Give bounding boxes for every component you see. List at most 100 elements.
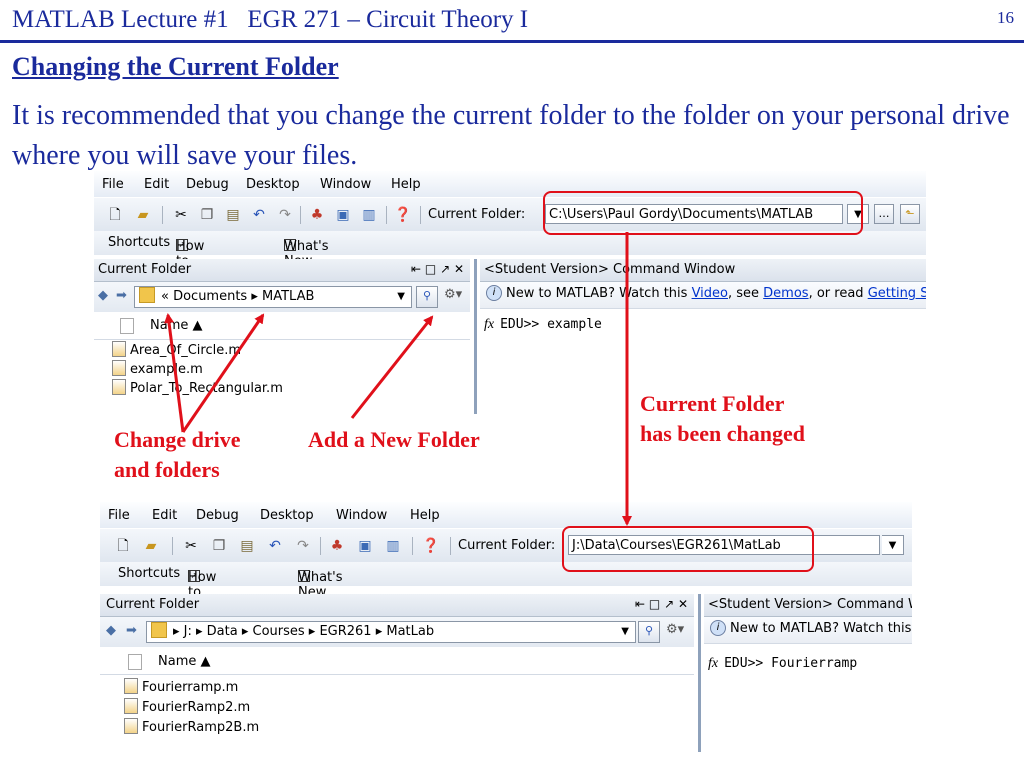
panel-divider[interactable] <box>698 594 701 752</box>
command-window-title-bar: <Student Version> Command Window <box>480 259 926 282</box>
menu-window[interactable]: Window <box>336 508 387 523</box>
current-folder-label: Current Folder: <box>458 538 556 553</box>
file-row[interactable]: example.m <box>112 360 203 380</box>
shortcuts-label: Shortcuts <box>118 566 181 581</box>
name-column-header[interactable]: Name ▲ <box>94 313 470 340</box>
fx-icon[interactable]: fx <box>708 656 718 671</box>
paste-icon[interactable]: ▤ <box>238 537 256 555</box>
current-folder-highlight-bottom <box>562 526 814 572</box>
help-icon[interactable]: ❓ <box>422 537 440 555</box>
toolbar-separator <box>172 537 173 555</box>
menu-file[interactable]: File <box>108 508 130 523</box>
info-icon: i <box>710 620 726 636</box>
back-arrow-icon[interactable]: ◆ <box>98 288 108 303</box>
folder-breadcrumb[interactable]: « Documents ▸ MATLAB ▼ <box>134 286 412 308</box>
profiler-icon[interactable]: ▥ <box>384 537 402 555</box>
menu-window[interactable]: Window <box>320 177 371 192</box>
menu-debug[interactable]: Debug <box>186 177 229 192</box>
copy-icon[interactable]: ❐ <box>210 537 228 555</box>
toolbar-separator <box>162 206 163 224</box>
file-checkbox-icon <box>120 318 134 334</box>
panel-title-bar: Current Folder ⇤ □ ↗ ✕ <box>100 594 694 617</box>
file-row[interactable]: FourierRamp2.m <box>124 698 250 718</box>
paste-icon[interactable]: ▤ <box>224 206 242 224</box>
page-number: 16 <box>997 8 1014 27</box>
search-icon[interactable]: ⚲ <box>416 286 438 308</box>
current-folder-panel: Current Folder ⇤ □ ↗ ✕ ◆ ➡ ▸ J: ▸ Data ▸… <box>100 594 694 752</box>
video-link[interactable]: Video <box>692 286 728 301</box>
getting-started-link[interactable]: Getting Started <box>868 286 926 301</box>
annotation-add-folder: Add a New Folder <box>308 427 480 452</box>
back-arrow-icon[interactable]: ◆ <box>106 623 116 638</box>
menu-desktop[interactable]: Desktop <box>246 177 300 192</box>
command-window-title: <Student Version> Command Window <box>708 597 912 612</box>
help-icon[interactable]: ❓ <box>394 206 412 224</box>
folder-icon <box>139 287 155 303</box>
cut-icon[interactable]: ✂ <box>182 537 200 555</box>
profiler-icon[interactable]: ▥ <box>360 206 378 224</box>
up-folder-icon[interactable]: ⬑ <box>900 204 920 224</box>
name-column-header[interactable]: Name ▲ <box>100 648 694 675</box>
m-file-icon <box>112 360 126 376</box>
new-file-icon[interactable]: 🗋 <box>106 206 124 224</box>
undo-icon[interactable]: ↶ <box>266 537 284 555</box>
gear-icon[interactable]: ⚙▾ <box>666 622 684 637</box>
simulink-icon[interactable]: ♣ <box>328 537 346 555</box>
panel-window-controls[interactable]: ⇤ □ ↗ ✕ <box>411 262 464 276</box>
command-prompt[interactable]: fx EDU>> example <box>484 317 602 333</box>
command-window-title: <Student Version> Command Window <box>484 262 736 277</box>
menu-help[interactable]: Help <box>410 508 440 523</box>
toolbar-separator <box>420 206 421 224</box>
menu-edit[interactable]: Edit <box>152 508 177 523</box>
slide-subtitle: Changing the Current Folder <box>12 52 339 81</box>
folder-breadcrumb[interactable]: ▸ J: ▸ Data ▸ Courses ▸ EGR261 ▸ MatLab … <box>146 621 636 643</box>
file-row[interactable]: Area_Of_Circle.m <box>112 341 241 361</box>
chevron-down-icon[interactable]: ▼ <box>621 622 629 642</box>
file-row[interactable]: Fourierramp.m <box>124 678 238 698</box>
chevron-down-icon[interactable]: ▼ <box>882 535 904 555</box>
address-row: ◆ ➡ ▸ J: ▸ Data ▸ Courses ▸ EGR261 ▸ Mat… <box>100 617 694 647</box>
folder-icon <box>151 622 167 638</box>
menu-help[interactable]: Help <box>391 177 421 192</box>
forward-arrow-icon[interactable]: ➡ <box>126 623 137 638</box>
demos-link[interactable]: Demos <box>763 286 808 301</box>
menu-debug[interactable]: Debug <box>196 508 239 523</box>
redo-icon[interactable]: ↷ <box>294 537 312 555</box>
copy-icon[interactable]: ❐ <box>198 206 216 224</box>
m-file-icon <box>112 379 126 395</box>
toolbar-separator <box>386 206 387 224</box>
current-folder-panel: Current Folder ⇤ □ ↗ ✕ ◆ ➡ « Documents ▸… <box>94 259 470 414</box>
toolbar-separator <box>300 206 301 224</box>
menu-edit[interactable]: Edit <box>144 177 169 192</box>
new-file-icon[interactable]: 🗋 <box>114 537 132 555</box>
toolbar-separator <box>450 537 451 555</box>
forward-arrow-icon[interactable]: ➡ <box>116 288 127 303</box>
simulink-icon[interactable]: ♣ <box>308 206 326 224</box>
open-folder-icon[interactable]: ▰ <box>142 537 160 555</box>
undo-icon[interactable]: ↶ <box>250 206 268 224</box>
file-row[interactable]: Polar_To_Rectangular.m <box>112 379 283 399</box>
menu-file[interactable]: File <box>102 177 124 192</box>
open-folder-icon[interactable]: ▰ <box>134 206 152 224</box>
gear-icon[interactable]: ⚙▾ <box>444 287 462 302</box>
redo-icon[interactable]: ↷ <box>276 206 294 224</box>
panel-divider[interactable] <box>474 259 477 414</box>
guide-icon[interactable]: ▣ <box>334 206 352 224</box>
browse-folder-button[interactable]: … <box>874 204 894 224</box>
info-icon: i <box>486 285 502 301</box>
annotation-folder-changed: Current Folder has been changed <box>640 391 806 446</box>
name-header-label: Name ▲ <box>150 318 203 333</box>
command-prompt[interactable]: fx EDU>> Fourierramp <box>708 656 857 672</box>
file-row[interactable]: FourierRamp2B.m <box>124 718 259 738</box>
panel-window-controls[interactable]: ⇤ □ ↗ ✕ <box>635 597 688 611</box>
annotation-change-drive: Change drive and folders <box>114 427 241 482</box>
guide-icon[interactable]: ▣ <box>356 537 374 555</box>
panel-title-bar: Current Folder ⇤ □ ↗ ✕ <box>94 259 470 282</box>
search-icon[interactable]: ⚲ <box>638 621 660 643</box>
info-bar: iNew to MATLAB? Watch this Video <box>704 617 912 644</box>
menu-desktop[interactable]: Desktop <box>260 508 314 523</box>
chevron-down-icon[interactable]: ▼ <box>397 287 405 307</box>
fx-icon[interactable]: fx <box>484 317 494 332</box>
cut-icon[interactable]: ✂ <box>172 206 190 224</box>
info-bar: i New to MATLAB? Watch this Video, see De… <box>480 282 926 309</box>
